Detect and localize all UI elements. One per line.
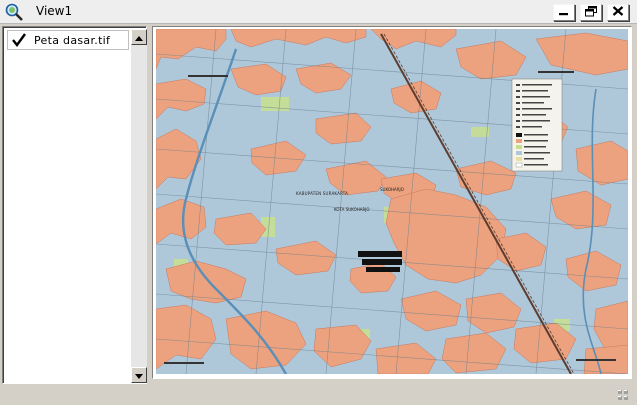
place-label-sukoharjo: SUKOHARJO (380, 187, 404, 192)
layer-visibility-checkbox[interactable] (11, 32, 27, 48)
minimize-icon (558, 6, 570, 19)
close-button[interactable] (607, 4, 629, 21)
map-display-frame: KABUPATEN SURAKARTA KOTA SUKOHARJO SUKOH… (152, 26, 632, 379)
table-of-contents: Peta dasar.tif (2, 26, 147, 384)
map-canvas[interactable]: KABUPATEN SURAKARTA KOTA SUKOHARJO SUKOH… (156, 29, 628, 374)
resize-grip-icon[interactable] (616, 388, 630, 402)
scroll-down-button[interactable] (131, 367, 147, 383)
layer-item-peta-dasar[interactable]: Peta dasar.tif (7, 30, 129, 50)
place-label-kabupaten: KABUPATEN SURAKARTA (296, 191, 349, 196)
restore-icon (584, 5, 598, 20)
arrow-up-icon (135, 31, 143, 44)
restore-button[interactable] (580, 4, 602, 21)
view-client-area: Peta dasar.tif KABUPATEN SURAKARTA KOTA … (0, 24, 637, 403)
toc-vertical-scrollbar[interactable] (131, 29, 147, 383)
scroll-up-button[interactable] (131, 29, 147, 45)
close-icon (612, 6, 624, 19)
arrow-down-icon (135, 369, 143, 382)
minimize-button[interactable] (553, 4, 575, 21)
application-window: View1 Peta dasar.tif KABUPATEN SURAKARTA… (0, 0, 637, 403)
map-legend (511, 78, 563, 172)
title-bar[interactable]: View1 (0, 0, 637, 24)
window-title: View1 (36, 4, 73, 18)
layer-label: Peta dasar.tif (34, 34, 111, 47)
place-label-kota: KOTA SUKOHARJO (334, 207, 370, 212)
status-bar (0, 386, 637, 403)
map-image (156, 29, 628, 374)
view-magnifier-icon (4, 2, 24, 22)
